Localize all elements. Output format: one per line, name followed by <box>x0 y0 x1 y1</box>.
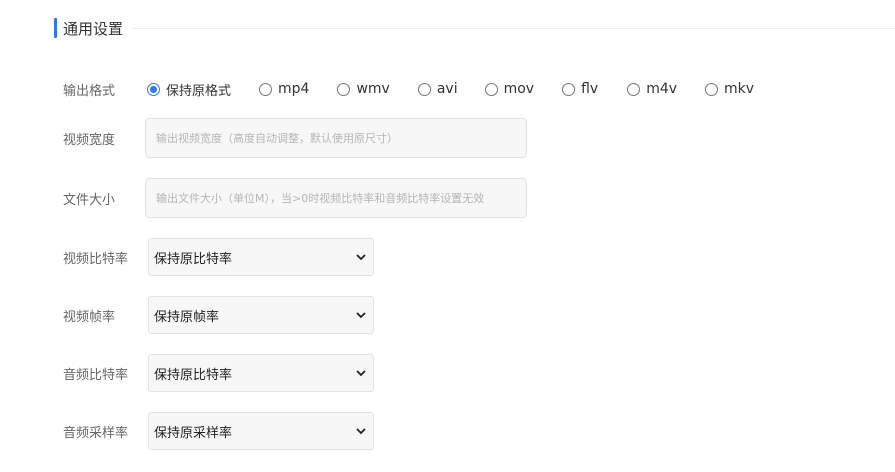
radio-unchecked-icon[interactable] <box>627 82 641 96</box>
file-size-label: 文件大小 <box>63 192 116 208</box>
format-option-mov[interactable]: mov <box>484 81 535 97</box>
output-format-row: 输出格式 保持原格式 mp4 wmv avi mov flv m4v mkv <box>63 78 895 100</box>
format-option-label: avi <box>436 81 458 97</box>
output-format-radio-group: 保持原格式 mp4 wmv avi mov flv m4v mkv <box>147 80 754 99</box>
audio-samplerate-select[interactable]: 保持原采样率 <box>148 412 374 450</box>
video-bitrate-label: 视频比特率 <box>63 251 129 267</box>
section-accent-bar <box>54 18 57 38</box>
general-settings-page: 通用设置 输出格式 保持原格式 mp4 wmv avi mov flv m4v … <box>0 0 895 472</box>
video-framerate-value: 保持原帧率 <box>154 309 220 325</box>
video-framerate-label: 视频帧率 <box>63 309 116 325</box>
format-option-original[interactable]: 保持原格式 <box>147 80 231 99</box>
format-option-label: mkv <box>724 81 755 97</box>
file-size-row: 文件大小 <box>63 178 895 218</box>
audio-bitrate-select[interactable]: 保持原比特率 <box>148 354 374 392</box>
output-format-label: 输出格式 <box>63 83 116 99</box>
chevron-down-icon <box>355 425 367 437</box>
radio-unchecked-icon[interactable] <box>337 82 351 96</box>
format-option-label: mp4 <box>278 81 310 97</box>
radio-unchecked-icon[interactable] <box>562 82 576 96</box>
format-option-wmv[interactable]: wmv <box>337 81 390 97</box>
format-option-avi[interactable]: avi <box>417 81 458 97</box>
chevron-down-icon <box>355 251 367 263</box>
format-option-label: wmv <box>356 81 390 97</box>
audio-samplerate-label: 音频采样率 <box>63 425 129 441</box>
video-bitrate-row: 视频比特率 保持原比特率 <box>63 238 895 276</box>
video-width-row: 视频宽度 <box>63 118 895 158</box>
audio-samplerate-row: 音频采样率 保持原采样率 <box>63 412 895 450</box>
audio-samplerate-value: 保持原采样率 <box>154 425 233 441</box>
format-option-label: mov <box>503 81 535 97</box>
audio-bitrate-value: 保持原比特率 <box>154 367 233 383</box>
video-framerate-select[interactable]: 保持原帧率 <box>148 296 374 334</box>
format-option-mkv[interactable]: mkv <box>705 81 754 97</box>
chevron-down-icon <box>355 367 367 379</box>
radio-unchecked-icon[interactable] <box>259 82 273 96</box>
audio-bitrate-row: 音频比特率 保持原比特率 <box>63 354 895 392</box>
video-framerate-row: 视频帧率 保持原帧率 <box>63 296 895 334</box>
section-header: 通用设置 <box>54 17 895 39</box>
radio-checked-icon[interactable] <box>147 82 160 96</box>
section-divider <box>133 27 895 29</box>
video-bitrate-select[interactable]: 保持原比特率 <box>148 238 374 276</box>
radio-unchecked-icon[interactable] <box>705 82 719 96</box>
format-option-label: 保持原格式 <box>166 83 232 99</box>
video-width-label: 视频宽度 <box>63 132 116 148</box>
video-width-input[interactable] <box>145 118 527 158</box>
file-size-input[interactable] <box>145 178 527 218</box>
format-option-flv[interactable]: flv <box>562 81 598 97</box>
audio-bitrate-label: 音频比特率 <box>63 367 129 383</box>
chevron-down-icon <box>355 309 367 321</box>
radio-unchecked-icon[interactable] <box>417 82 431 96</box>
format-option-label: m4v <box>646 81 678 97</box>
section-title: 通用设置 <box>63 19 124 38</box>
format-option-m4v[interactable]: m4v <box>627 81 677 97</box>
format-option-label: flv <box>581 81 599 97</box>
video-bitrate-value: 保持原比特率 <box>154 251 233 267</box>
radio-unchecked-icon[interactable] <box>484 82 498 96</box>
format-option-mp4[interactable]: mp4 <box>259 81 309 97</box>
